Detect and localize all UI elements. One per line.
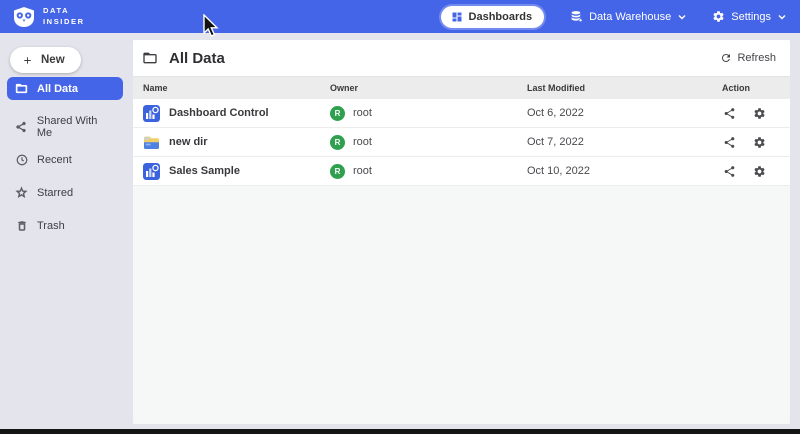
- column-header-name: Name: [143, 83, 330, 93]
- trash-icon: [15, 220, 28, 232]
- dashboards-label: Dashboards: [469, 11, 533, 23]
- row-name: new dir: [169, 136, 208, 148]
- row-name: Sales Sample: [169, 165, 240, 177]
- database-icon: [570, 10, 583, 23]
- gear-icon: [712, 10, 725, 23]
- dashboard-icon: [451, 11, 463, 23]
- gear-icon: [753, 165, 766, 178]
- sidebar-item-recent[interactable]: Recent: [7, 148, 123, 171]
- sidebar-item-label: Recent: [37, 154, 72, 166]
- owner-name: root: [353, 165, 372, 177]
- sidebar-item-starred[interactable]: Starred: [7, 181, 123, 204]
- column-header-last-modified: Last Modified: [527, 83, 722, 93]
- owner-avatar: R: [330, 135, 345, 150]
- table-row[interactable]: Dashboard Control R root Oct 6, 2022: [133, 99, 790, 128]
- share-icon: [15, 121, 28, 133]
- content-panel: All Data Refresh Name Owner Last Modifie…: [133, 40, 790, 424]
- table-row[interactable]: new dir R root Oct 7, 2022: [133, 128, 790, 157]
- gear-icon: [753, 136, 766, 149]
- settings-menu[interactable]: Settings: [712, 10, 786, 23]
- plus-icon: [22, 55, 33, 66]
- data-warehouse-menu[interactable]: Data Warehouse: [570, 10, 686, 23]
- settings-label: Settings: [731, 11, 771, 23]
- brand-line1: DATA: [43, 6, 85, 16]
- app-header: DATA INSIDER Dashboards Data Warehouse: [0, 0, 800, 33]
- clock-icon: [15, 154, 28, 166]
- owner-avatar: R: [330, 106, 345, 121]
- share-icon: [723, 165, 736, 178]
- dashboard-file-icon: [143, 105, 160, 122]
- chevron-down-icon: [678, 14, 686, 20]
- column-header-action: Action: [722, 83, 790, 93]
- sidebar-item-label: Starred: [37, 187, 73, 199]
- sidebar-item-label: Trash: [37, 220, 65, 232]
- owl-logo-icon: [12, 5, 36, 29]
- share-icon: [723, 136, 736, 149]
- sidebar-item-all-data[interactable]: All Data: [7, 77, 123, 100]
- refresh-icon: [720, 52, 732, 64]
- page-title: All Data: [169, 50, 225, 67]
- folder-icon: [15, 82, 28, 95]
- sidebar-item-label: All Data: [37, 83, 78, 95]
- share-button[interactable]: [723, 136, 736, 149]
- chevron-down-icon: [778, 14, 786, 20]
- share-button[interactable]: [723, 107, 736, 120]
- new-button-label: New: [41, 54, 65, 66]
- last-modified: Oct 6, 2022: [527, 107, 722, 119]
- data-warehouse-label: Data Warehouse: [589, 11, 671, 23]
- refresh-label: Refresh: [737, 52, 776, 64]
- sidebar: New All Data Shared With Me: [0, 33, 127, 429]
- table-header: Name Owner Last Modified Action: [133, 77, 790, 99]
- table-row[interactable]: Sales Sample R root Oct 10, 2022: [133, 157, 790, 186]
- owner-name: root: [353, 107, 372, 119]
- sidebar-item-label: Shared With Me: [37, 115, 115, 139]
- row-settings-button[interactable]: [753, 136, 766, 149]
- folder-icon: [142, 50, 158, 66]
- row-settings-button[interactable]: [753, 165, 766, 178]
- last-modified: Oct 10, 2022: [527, 165, 722, 177]
- owner-avatar: R: [330, 164, 345, 179]
- brand-logo: DATA INSIDER: [12, 5, 85, 29]
- new-button[interactable]: New: [10, 47, 81, 73]
- sidebar-item-trash[interactable]: Trash: [7, 214, 123, 237]
- owner-name: root: [353, 136, 372, 148]
- last-modified: Oct 7, 2022: [527, 136, 722, 148]
- brand-line2: INSIDER: [43, 17, 85, 27]
- dashboards-button[interactable]: Dashboards: [441, 6, 545, 28]
- star-icon: [15, 186, 28, 199]
- bottom-bar: [0, 429, 800, 434]
- gear-icon: [753, 107, 766, 120]
- row-settings-button[interactable]: [753, 107, 766, 120]
- column-header-owner: Owner: [330, 83, 527, 93]
- dashboard-file-icon: [143, 163, 160, 180]
- folder-file-icon: [143, 134, 160, 151]
- row-name: Dashboard Control: [169, 107, 269, 119]
- share-icon: [723, 107, 736, 120]
- share-button[interactable]: [723, 165, 736, 178]
- refresh-button[interactable]: Refresh: [720, 52, 776, 64]
- sidebar-item-shared-with-me[interactable]: Shared With Me: [7, 115, 123, 138]
